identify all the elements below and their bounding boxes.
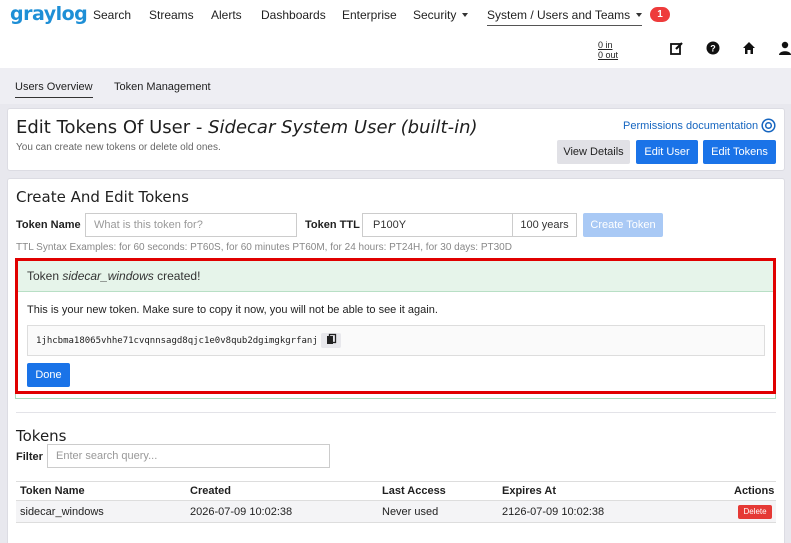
- cell-created: 2026-07-09 10:02:38: [190, 506, 293, 518]
- nav-system-dropdown[interactable]: System / Users and Teams: [487, 8, 643, 26]
- ttl-syntax-hint: TTL Syntax Examples: for 60 seconds: PT6…: [16, 242, 512, 253]
- nav-system-label: System / Users and Teams: [487, 8, 631, 22]
- tokens-table-header: Token Name Created Last Access Expires A…: [16, 481, 776, 501]
- throughput-in: 0 in: [598, 40, 613, 50]
- tab-token-management[interactable]: Token Management: [114, 81, 211, 93]
- edit-icon[interactable]: [670, 41, 684, 55]
- cell-last-access: Never used: [382, 506, 439, 518]
- sub-navigation: Users Overview Token Management: [0, 68, 791, 104]
- throughput-out: 0 out: [598, 50, 619, 60]
- page-title: Edit Tokens Of User - Sidecar System Use…: [16, 117, 478, 138]
- graylog-logo[interactable]: graylog: [10, 3, 88, 25]
- alert-border-bottom: [15, 394, 776, 399]
- view-details-button[interactable]: View Details: [557, 140, 630, 164]
- column-last-access[interactable]: Last Access: [382, 485, 446, 497]
- page-title-user: Sidecar System User (built-in): [208, 117, 478, 138]
- token-name-label: Token Name: [16, 219, 81, 231]
- column-expires-at[interactable]: Expires At: [502, 485, 556, 497]
- page-subtitle: You can create new tokens or delete old …: [16, 142, 221, 153]
- nav-alerts[interactable]: Alerts: [211, 8, 242, 22]
- help-icon[interactable]: ?: [706, 41, 720, 55]
- lifebuoy-icon[interactable]: [761, 118, 776, 133]
- chevron-down-icon: [636, 13, 643, 17]
- filter-label: Filter: [16, 451, 43, 463]
- nav-dashboards[interactable]: Dashboards: [261, 8, 326, 22]
- column-actions: Actions: [734, 485, 775, 497]
- ttl-readable-addon: 100 years: [512, 213, 577, 237]
- svg-text:?: ?: [710, 44, 716, 54]
- column-token-name[interactable]: Token Name: [20, 485, 85, 497]
- nav-search[interactable]: Search: [93, 8, 131, 22]
- page-title-prefix: Edit Tokens Of User -: [16, 117, 209, 138]
- tokens-heading: Tokens: [16, 427, 67, 445]
- nav-streams[interactable]: Streams: [149, 8, 194, 22]
- token-ttl-label: Token TTL: [305, 219, 360, 231]
- nav-enterprise[interactable]: Enterprise: [342, 8, 397, 22]
- table-row: sidecar_windows 2026-07-09 10:02:38 Neve…: [16, 501, 776, 523]
- edit-tokens-button[interactable]: Edit Tokens: [703, 140, 776, 164]
- cell-token-name: sidecar_windows: [20, 506, 104, 518]
- permissions-documentation-link[interactable]: Permissions documentation: [623, 120, 758, 132]
- chevron-down-icon: [462, 13, 469, 17]
- cell-expires-at: 2126-07-09 10:02:38: [502, 506, 605, 518]
- section-divider: [16, 412, 776, 413]
- column-created[interactable]: Created: [190, 485, 231, 497]
- filter-search-input[interactable]: Enter search query...: [47, 444, 330, 468]
- nav-security-label: Security: [413, 8, 457, 22]
- highlight-box: [15, 258, 776, 394]
- tab-users-overview[interactable]: Users Overview: [15, 81, 93, 98]
- delete-token-button[interactable]: Delete: [738, 505, 772, 519]
- home-icon[interactable]: [742, 41, 756, 55]
- edit-user-button[interactable]: Edit User: [636, 140, 698, 164]
- token-name-input[interactable]: What is this token for?: [85, 213, 297, 237]
- throughput-indicator[interactable]: 0 in 0 out: [598, 40, 618, 60]
- top-navbar: graylog Search Streams Alerts Dashboards…: [0, 0, 791, 68]
- notification-badge[interactable]: 1: [650, 7, 670, 22]
- token-ttl-input[interactable]: P100Y: [362, 213, 513, 237]
- create-tokens-heading: Create And Edit Tokens: [16, 188, 189, 206]
- create-token-button[interactable]: Create Token: [583, 213, 663, 237]
- nav-security-dropdown[interactable]: Security: [413, 8, 469, 22]
- user-icon[interactable]: [778, 41, 791, 55]
